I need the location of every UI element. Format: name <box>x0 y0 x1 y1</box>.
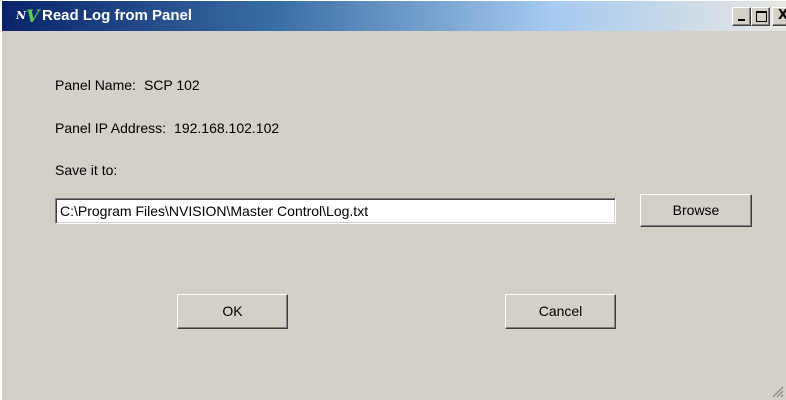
title-bar[interactable]: NV Read Log from Panel X <box>2 1 786 31</box>
maximize-button[interactable] <box>751 7 770 26</box>
save-it-to-label: Save it to: <box>55 162 118 178</box>
minimize-button[interactable] <box>732 7 751 26</box>
panel-ip-value: 192.168.102.102 <box>174 120 280 136</box>
panel-name-value: SCP 102 <box>143 77 200 93</box>
browse-button[interactable]: Browse <box>640 194 752 227</box>
window-title: Read Log from Panel <box>42 7 193 24</box>
read-log-dialog: NV Read Log from Panel X Panel Name: SCP … <box>0 0 786 400</box>
close-icon: X <box>778 8 786 23</box>
nvision-logo-icon: NV <box>16 7 39 27</box>
panel-ip-row: Panel IP Address: 192.168.102.102 <box>55 119 279 137</box>
title-buttons: X <box>732 7 786 26</box>
minimize-icon <box>738 19 745 21</box>
close-button[interactable]: X <box>772 7 786 26</box>
resize-grip-icon[interactable] <box>770 384 784 398</box>
panel-name-row: Panel Name: SCP 102 <box>55 76 200 94</box>
maximize-icon <box>756 11 767 22</box>
cancel-button[interactable]: Cancel <box>505 294 616 329</box>
save-path-input[interactable] <box>55 198 616 224</box>
ok-button[interactable]: OK <box>177 294 288 329</box>
panel-name-label: Panel Name: <box>55 77 136 93</box>
panel-ip-label: Panel IP Address: <box>55 120 167 136</box>
